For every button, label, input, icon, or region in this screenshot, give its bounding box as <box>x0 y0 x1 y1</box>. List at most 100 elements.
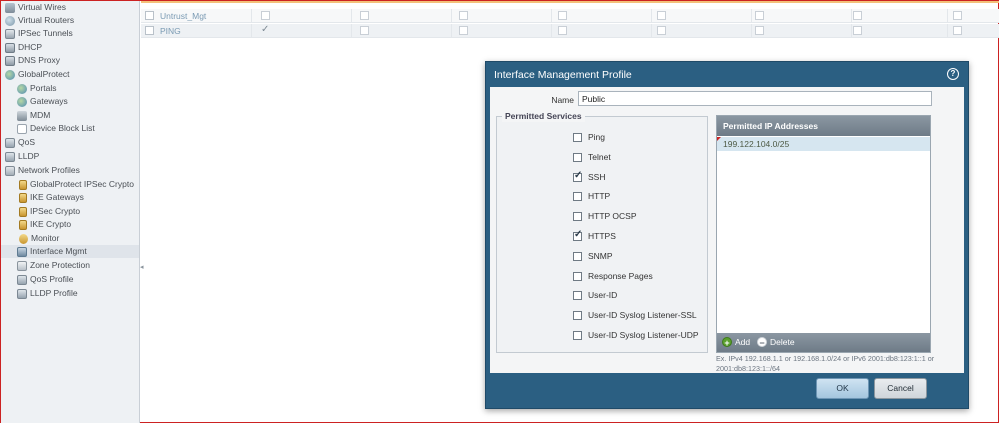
sidebar-item-label: Virtual Routers <box>18 15 75 25</box>
response-pages-checkbox[interactable] <box>573 271 582 281</box>
row-select-checkbox[interactable] <box>145 11 154 20</box>
sidebar-item-portals[interactable]: Portals <box>17 82 56 95</box>
service-user-id-syslog-udp[interactable]: User-ID Syslog Listener-UDP <box>573 329 699 341</box>
sidebar-item-lldp-profile[interactable]: LLDP Profile <box>17 287 78 300</box>
gateway-icon <box>17 96 27 107</box>
sidebar-item-dns-proxy[interactable]: DNS Proxy <box>5 54 60 67</box>
sidebar-item-label: IKE Gateways <box>30 192 84 202</box>
ok-button[interactable]: OK <box>816 378 869 399</box>
sidebar-item-qos-profile[interactable]: QoS Profile <box>17 273 73 286</box>
sidebar-item-monitor[interactable]: Monitor <box>19 232 59 245</box>
sidebar-item-qos[interactable]: QoS <box>5 136 35 149</box>
table-row[interactable]: PING ✓ <box>141 24 999 38</box>
service-http[interactable]: HTTP <box>573 190 610 202</box>
column-divider <box>251 24 252 38</box>
sidebar-item-label: DNS Proxy <box>18 55 61 65</box>
table-checkbox <box>953 11 962 20</box>
service-ssh[interactable]: ✓ SSH <box>573 170 605 183</box>
user-id-checkbox[interactable] <box>573 290 582 300</box>
service-https[interactable]: ✓ HTTPS <box>573 229 616 242</box>
table-checkbox <box>853 11 862 20</box>
dhcp-icon <box>5 42 15 53</box>
service-snmp[interactable]: SNMP <box>573 250 613 262</box>
service-user-id-syslog-ssl[interactable]: User-ID Syslog Listener-SSL <box>573 309 697 321</box>
ping-checkbox[interactable] <box>573 132 582 142</box>
table-checkbox <box>261 11 270 20</box>
ip-format-hint: Ex. IPv4 192.168.1.1 or 192.168.1.0/24 o… <box>716 354 935 373</box>
add-button[interactable]: + Add <box>722 336 750 348</box>
permitted-ip-header: Permitted IP Addresses <box>717 116 930 136</box>
sidebar-item-globalprotect-ipsec-crypto[interactable]: GlobalProtect IPSec Crypto <box>19 178 134 191</box>
service-http-ocsp[interactable]: HTTP OCSP <box>573 210 637 222</box>
sidebar-item-device-block-list[interactable]: Device Block List <box>17 122 95 135</box>
service-user-id[interactable]: User-ID <box>573 289 617 301</box>
add-label: Add <box>735 337 751 347</box>
service-response-pages[interactable]: Response Pages <box>573 270 653 282</box>
http-checkbox[interactable] <box>573 191 582 201</box>
profile-name-link[interactable]: Untrust_Mgt <box>160 10 206 22</box>
profile-name-link[interactable]: PING <box>160 25 181 37</box>
ssh-checkbox[interactable]: ✓ <box>573 170 582 182</box>
sidebar-item-globalprotect[interactable]: GlobalProtect <box>5 68 70 81</box>
dns-proxy-icon <box>5 55 15 66</box>
sidebar-item-virtual-routers[interactable]: Virtual Routers <box>5 14 74 27</box>
sidebar-item-ike-gateways[interactable]: IKE Gateways <box>19 191 84 204</box>
sidebar-tree: Virtual Wires Virtual Routers IPSec Tunn… <box>1 1 140 423</box>
column-divider <box>851 9 852 23</box>
portal-icon <box>17 83 27 94</box>
minus-icon: − <box>757 337 767 348</box>
sidebar-item-lldp[interactable]: LLDP <box>5 150 39 163</box>
name-field[interactable] <box>578 91 932 106</box>
table-checkbox <box>657 11 666 20</box>
sidebar-collapse-handle[interactable]: ◂ <box>140 263 144 273</box>
sidebar-item-network-profiles[interactable]: Network Profiles <box>5 164 80 177</box>
sidebar-item-label: LLDP <box>18 151 40 161</box>
sidebar-item-ike-crypto[interactable]: IKE Crypto <box>19 218 71 231</box>
sidebar-item-gateways[interactable]: Gateways <box>17 95 68 108</box>
service-label: User-ID Syslog Listener-SSL <box>588 310 697 320</box>
http-ocsp-checkbox[interactable] <box>573 211 582 221</box>
column-divider <box>751 9 752 23</box>
cancel-button[interactable]: Cancel <box>874 378 927 399</box>
sidebar-item-ipsec-tunnels[interactable]: IPSec Tunnels <box>5 27 73 40</box>
list-item[interactable]: 199.122.104.0/25 <box>717 137 930 151</box>
column-divider <box>651 9 652 23</box>
user-id-syslog-udp-checkbox[interactable] <box>573 330 582 340</box>
sidebar-item-mdm[interactable]: MDM <box>17 109 50 122</box>
service-label: HTTP OCSP <box>588 211 637 221</box>
lock-icon <box>19 179 27 190</box>
table-row[interactable]: Untrust_Mgt <box>141 9 999 23</box>
help-icon[interactable]: ? <box>947 68 959 80</box>
telnet-checkbox[interactable] <box>573 152 582 162</box>
sidebar-item-label: GlobalProtect IPSec Crypto <box>30 179 134 189</box>
service-label: Ping <box>588 132 606 142</box>
service-ping[interactable]: Ping <box>573 131 605 143</box>
lldp-profile-icon <box>17 288 27 299</box>
sidebar-item-label: DHCP <box>18 42 43 52</box>
https-checkbox[interactable]: ✓ <box>573 229 582 241</box>
sidebar-item-virtual-wires[interactable]: Virtual Wires <box>5 1 66 14</box>
permitted-ip-addresses-panel: Permitted IP Addresses 199.122.104.0/25 … <box>716 115 931 353</box>
table-checkbox <box>558 26 567 35</box>
snmp-checkbox[interactable] <box>573 251 582 261</box>
sidebar-item-label: LLDP Profile <box>30 288 78 298</box>
sidebar-item-label: Network Profiles <box>18 165 80 175</box>
column-divider <box>947 9 948 23</box>
sidebar-item-interface-mgmt[interactable]: Interface Mgmt <box>1 245 139 258</box>
user-id-syslog-ssl-checkbox[interactable] <box>573 310 582 320</box>
check-mark-icon: ✓ <box>261 24 270 35</box>
sidebar-item-dhcp[interactable]: DHCP <box>5 41 42 54</box>
service-telnet[interactable]: Telnet <box>573 151 611 163</box>
ip-list-toolbar: + Add − Delete <box>717 333 930 352</box>
plus-icon: + <box>722 337 732 348</box>
sidebar-item-label: Monitor <box>31 233 60 243</box>
delete-button[interactable]: − Delete <box>757 336 795 348</box>
sidebar-item-label: IKE Crypto <box>30 219 72 229</box>
sidebar-item-label: QoS Profile <box>30 274 74 284</box>
row-select-checkbox[interactable] <box>145 26 154 35</box>
interface-mgmt-icon <box>17 246 27 257</box>
sidebar-item-label: Virtual Wires <box>18 2 67 12</box>
table-checkbox <box>853 26 862 35</box>
sidebar-item-ipsec-crypto[interactable]: IPSec Crypto <box>19 205 80 218</box>
sidebar-item-zone-protection[interactable]: Zone Protection <box>17 259 90 272</box>
